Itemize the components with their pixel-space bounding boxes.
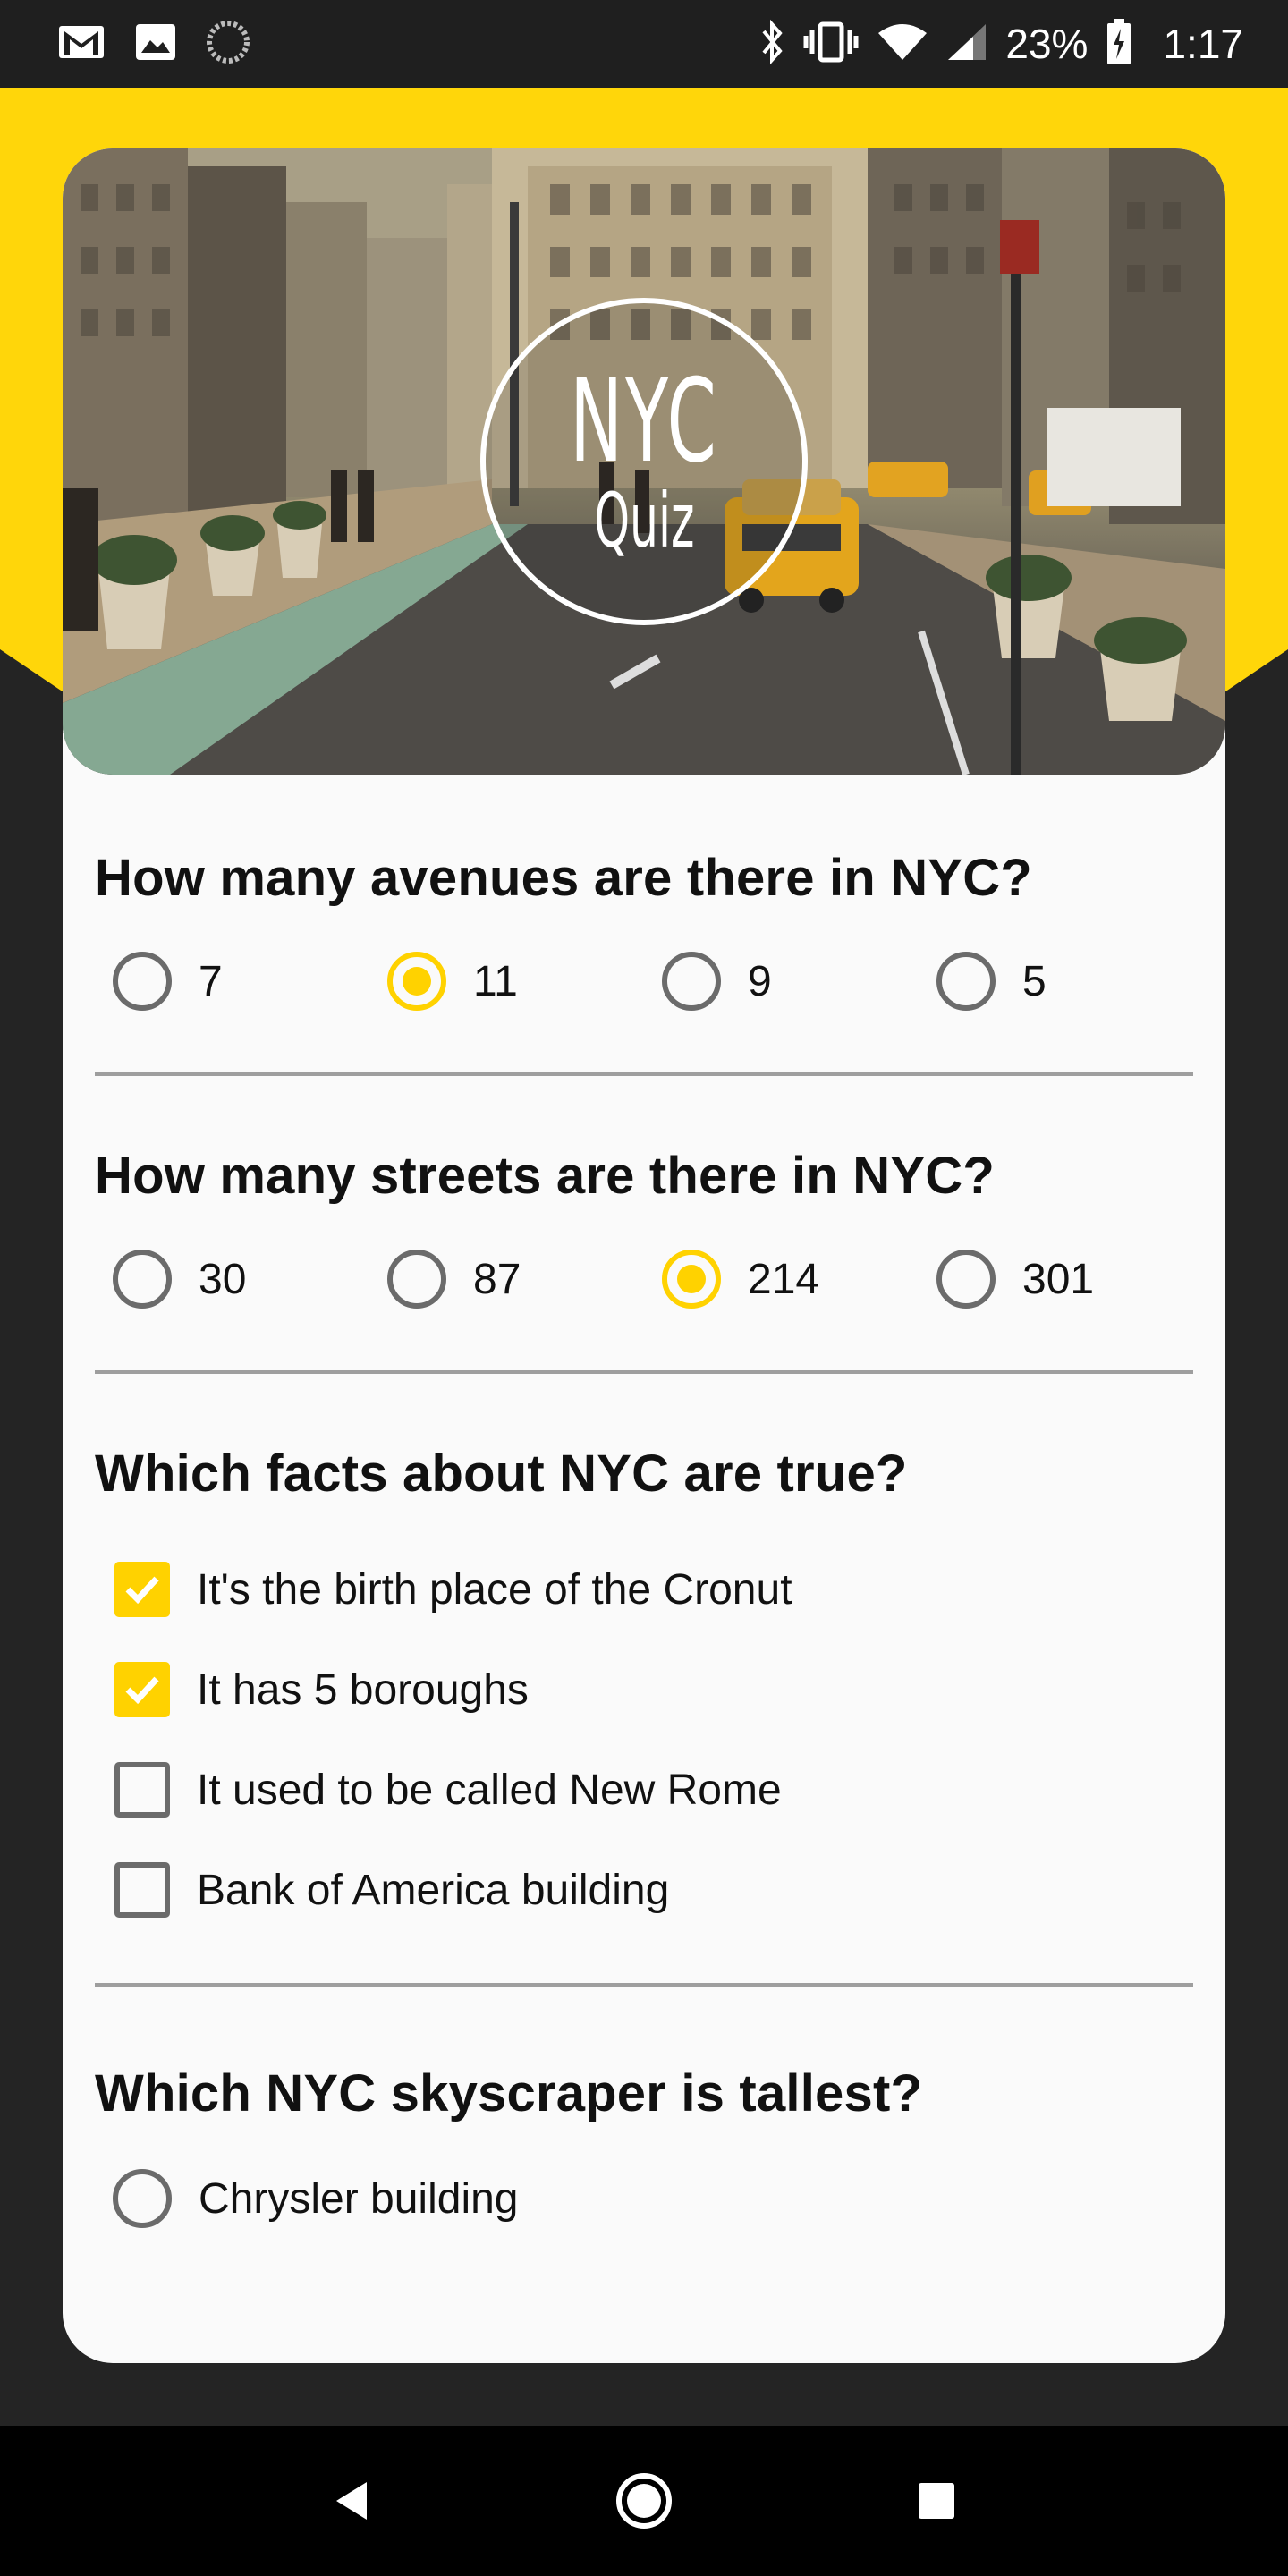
- radio-option[interactable]: 7: [95, 952, 369, 1011]
- option-label: Bank of America building: [197, 1866, 670, 1914]
- radio-button[interactable]: [113, 2169, 172, 2228]
- back-icon: [336, 2482, 368, 2520]
- checkmark-icon: [125, 1676, 159, 1705]
- recents-button[interactable]: [896, 2461, 977, 2541]
- home-icon: [615, 2473, 672, 2529]
- quiz-card: NYC Quiz How many avenues are there in N…: [63, 148, 1225, 2363]
- gmail-icon: [57, 24, 106, 64]
- radio-option[interactable]: 87: [369, 1250, 644, 1309]
- question-title: How many streets are there in NYC?: [95, 1147, 995, 1205]
- option-label: It used to be called New Rome: [197, 1766, 782, 1814]
- checkbox-option[interactable]: It has 5 boroughs: [95, 1640, 1193, 1740]
- clock: 1:17: [1163, 21, 1243, 67]
- radio-button-selected[interactable]: [387, 952, 446, 1011]
- radio-option[interactable]: 11: [369, 952, 644, 1011]
- option-label: 30: [199, 1255, 247, 1303]
- radio-group: 30 87 214 301: [95, 1243, 1193, 1315]
- home-button[interactable]: [604, 2461, 684, 2541]
- question-title: Which NYC skyscraper is tallest?: [95, 2064, 923, 2123]
- logo-title: NYC: [569, 355, 719, 488]
- radio-button[interactable]: [936, 952, 996, 1011]
- checkbox-option[interactable]: It's the birth place of the Cronut: [95, 1539, 1193, 1640]
- option-label: 87: [473, 1255, 521, 1303]
- wifi-icon: [877, 22, 928, 66]
- checkbox[interactable]: [114, 1862, 170, 1918]
- radio-button[interactable]: [387, 1250, 446, 1309]
- checkmark-icon: [125, 1576, 159, 1605]
- option-label: 7: [199, 957, 223, 1005]
- option-label: 11: [473, 957, 518, 1005]
- divider: [95, 1370, 1193, 1374]
- checkbox-checked[interactable]: [114, 1562, 170, 1617]
- checkbox-group: It's the birth place of the Cronut It ha…: [95, 1539, 1193, 1940]
- radio-button[interactable]: [662, 952, 721, 1011]
- option-label: Chrysler building: [199, 2174, 519, 2223]
- radio-group: 7 11 9 5: [95, 945, 1193, 1017]
- option-label: 9: [748, 957, 772, 1005]
- radio-option[interactable]: 5: [919, 952, 1193, 1011]
- status-bar: 23% 1:17: [0, 0, 1288, 88]
- radio-button[interactable]: [113, 952, 172, 1011]
- logo-subtitle: Quiz: [593, 477, 695, 564]
- checkbox[interactable]: [114, 1762, 170, 1818]
- radio-option[interactable]: 301: [919, 1250, 1193, 1309]
- band-corner-right: [1216, 649, 1288, 698]
- battery-charging-icon: [1106, 18, 1132, 71]
- radio-option[interactable]: Chrysler building: [95, 2154, 1193, 2243]
- radio-button[interactable]: [936, 1250, 996, 1309]
- battery-percent: 23%: [1005, 21, 1089, 67]
- radio-option[interactable]: 30: [95, 1250, 369, 1309]
- bluetooth-icon: [758, 19, 785, 70]
- question-title: Which facts about NYC are true?: [95, 1445, 908, 1503]
- question-title: How many avenues are there in NYC?: [95, 849, 1032, 907]
- option-label: It's the birth place of the Cronut: [197, 1565, 792, 1614]
- radio-button-selected[interactable]: [662, 1250, 721, 1309]
- hero-image: NYC Quiz: [63, 148, 1225, 775]
- checkbox-option[interactable]: It used to be called New Rome: [95, 1740, 1193, 1840]
- divider: [95, 1072, 1193, 1076]
- radio-button[interactable]: [113, 1250, 172, 1309]
- nyc-quiz-logo: NYC Quiz: [483, 301, 805, 623]
- recents-icon: [918, 2483, 954, 2519]
- option-label: 5: [1022, 957, 1046, 1005]
- back-button[interactable]: [311, 2461, 392, 2541]
- vibrate-icon: [803, 21, 859, 67]
- checkbox-option[interactable]: Bank of America building: [95, 1840, 1193, 1940]
- sync-icon: [206, 20, 250, 69]
- radio-option[interactable]: 214: [644, 1250, 919, 1309]
- navigation-bar: [0, 2426, 1288, 2576]
- band-corner-left: [0, 649, 72, 698]
- option-label: 214: [748, 1255, 820, 1303]
- quiz-content: How many avenues are there in NYC? 7 11 …: [63, 848, 1225, 2243]
- option-label: It has 5 boroughs: [197, 1665, 529, 1714]
- option-label: 301: [1022, 1255, 1095, 1303]
- divider: [95, 1983, 1193, 1987]
- checkbox-checked[interactable]: [114, 1662, 170, 1717]
- radio-option[interactable]: 9: [644, 952, 919, 1011]
- image-icon: [134, 22, 177, 66]
- signal-icon: [946, 22, 987, 66]
